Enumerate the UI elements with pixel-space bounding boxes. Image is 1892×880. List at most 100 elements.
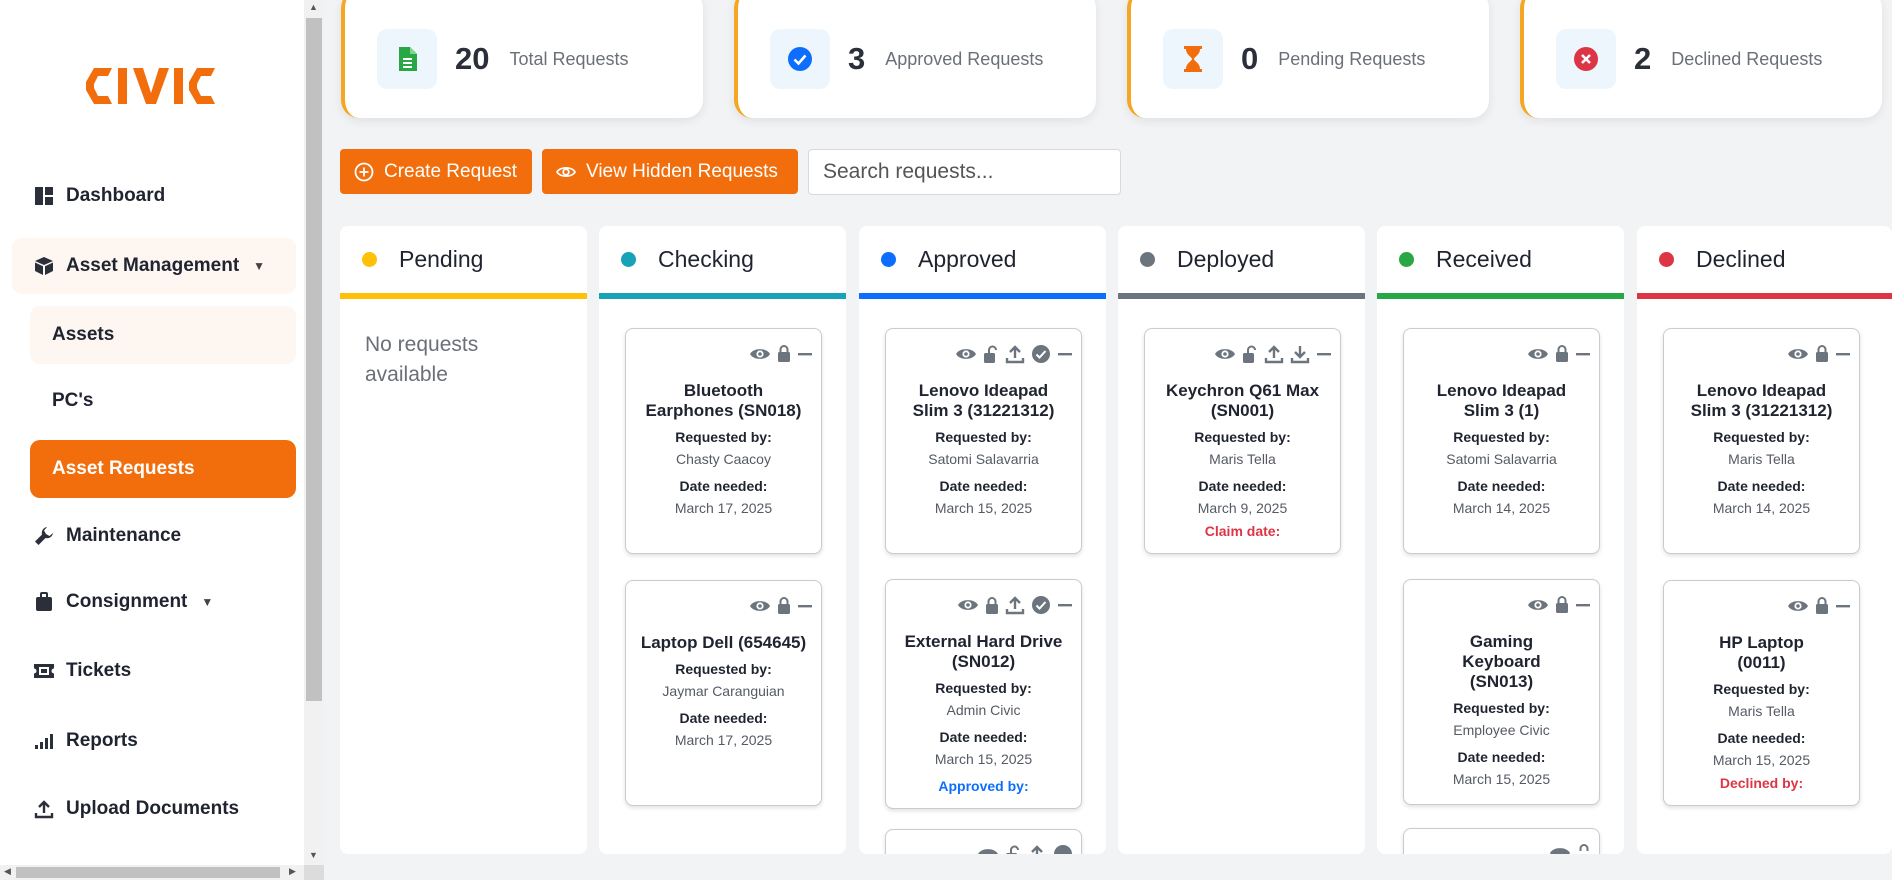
request-card[interactable]: Gaming Keyboard (SN013) Requested by: Em…	[1403, 579, 1600, 805]
minimize-icon[interactable]	[1057, 597, 1073, 613]
requested-by-label: Requested by:	[1453, 700, 1550, 716]
request-card[interactable]: Bluetooth Earphones (SN018) Requested by…	[625, 328, 822, 554]
request-card[interactable]	[885, 829, 1082, 854]
upload-icon[interactable]	[1005, 344, 1025, 364]
sidebar-item-pcs[interactable]: PC's	[30, 372, 296, 430]
stat-label: Declined Requests	[1671, 48, 1823, 69]
civic-logo[interactable]	[84, 66, 220, 111]
chevron-down-icon: ▼	[201, 595, 214, 609]
lock-icon[interactable]	[1555, 344, 1569, 363]
sidebar-item-assets[interactable]: Assets	[30, 306, 296, 364]
check-circle-icon[interactable]	[1053, 844, 1073, 854]
column-deployed: Deployed Keychron Q61 Max (SN001) Reques…	[1118, 226, 1365, 854]
date-needed-label: Date needed:	[1198, 478, 1287, 494]
scrollbar-thumb[interactable]	[306, 18, 322, 701]
eye-icon[interactable]	[749, 346, 771, 362]
sidebar-item-tickets[interactable]: Tickets	[12, 643, 296, 699]
lock-icon[interactable]	[777, 596, 791, 615]
minimize-icon[interactable]	[1316, 346, 1332, 362]
search-input[interactable]	[808, 149, 1121, 195]
eye-icon[interactable]	[1527, 346, 1549, 362]
unlock-icon[interactable]	[1242, 345, 1258, 364]
unlock-icon[interactable]	[1005, 845, 1021, 854]
stat-value: 3	[848, 41, 866, 76]
column-title: Pending	[399, 246, 484, 272]
check-circle-icon[interactable]	[1031, 595, 1051, 615]
column-received: Received Lenovo Ideapad Slim 3 (1) Reque…	[1377, 226, 1624, 854]
lock-icon[interactable]	[1815, 344, 1829, 363]
create-request-button[interactable]: Create Request	[340, 149, 532, 194]
minimize-icon[interactable]	[1575, 346, 1591, 362]
sidebar-item-dashboard[interactable]: Dashboard	[12, 168, 296, 224]
minimize-icon[interactable]	[1835, 346, 1851, 362]
status-dot	[621, 252, 636, 267]
eye-icon[interactable]	[1214, 346, 1236, 362]
sidebar-item-label: Maintenance	[66, 525, 182, 546]
x-circle-icon	[1556, 29, 1616, 89]
upload-icon[interactable]	[1027, 844, 1047, 854]
declined-by-label: Declined by:	[1719, 775, 1804, 791]
check-circle-icon[interactable]	[1031, 344, 1051, 364]
sidebar-scrollbar[interactable]: ▲ ▼	[304, 0, 324, 865]
request-card[interactable]: Lenovo Ideapad Slim 3 (31221312) Request…	[1663, 328, 1860, 554]
bar-chart-icon	[32, 729, 56, 753]
column-header: Approved	[859, 226, 1106, 299]
eye-icon[interactable]	[957, 597, 979, 613]
minimize-icon[interactable]	[797, 346, 813, 362]
minimize-icon[interactable]	[797, 598, 813, 614]
eye-icon[interactable]	[1787, 346, 1809, 362]
stat-card-declined: 2 Declined Requests	[1520, 0, 1882, 118]
minimize-icon[interactable]	[1575, 597, 1591, 613]
scroll-left-icon[interactable]: ◀	[4, 866, 11, 877]
stat-label: Pending Requests	[1278, 48, 1426, 69]
sidebar: Dashboard Asset Management ▼ Assets PC's…	[0, 0, 304, 865]
request-card[interactable]: External Hard Drive (SN012) Requested by…	[885, 579, 1082, 809]
request-card[interactable]: Keychron Q61 Max (SN001) Requested by: M…	[1144, 328, 1341, 554]
scroll-down-icon[interactable]: ▼	[309, 850, 318, 860]
lock-icon[interactable]	[1815, 596, 1829, 615]
scroll-right-icon[interactable]: ▶	[289, 866, 296, 877]
request-card[interactable]: Lenovo Ideapad Slim 3 (31221312) Request…	[885, 328, 1082, 554]
eye-icon[interactable]	[1527, 597, 1549, 613]
eye-icon[interactable]	[749, 598, 771, 614]
upload-icon[interactable]	[1005, 595, 1025, 615]
sidebar-item-consignment[interactable]: Consignment ▼	[12, 574, 296, 630]
lock-icon[interactable]	[777, 344, 791, 363]
sidebar-item-maintenance[interactable]: Maintenance	[12, 508, 296, 564]
request-card[interactable]: Lenovo Ideapad Slim 3 (1) Requested by: …	[1403, 328, 1600, 554]
lock-icon[interactable]	[985, 596, 999, 615]
sidebar-item-asset-requests[interactable]: Asset Requests	[30, 440, 296, 498]
request-card[interactable]: Laptop Dell (654645) Requested by: Jayma…	[625, 580, 822, 806]
lock-icon[interactable]	[1577, 843, 1591, 854]
sidebar-item-asset-management[interactable]: Asset Management ▼	[12, 238, 296, 294]
request-card[interactable]	[1403, 828, 1600, 854]
download-icon[interactable]	[1290, 344, 1310, 364]
column-approved: Approved Lenovo Ideapad Slim 3 (31221312…	[859, 226, 1106, 854]
sidebar-item-upload-documents[interactable]: Upload Documents	[12, 781, 296, 837]
scroll-up-icon[interactable]: ▲	[309, 2, 318, 12]
request-card[interactable]: HP Laptop (0011) Requested by: Maris Tel…	[1663, 580, 1860, 806]
eye-icon[interactable]	[1549, 845, 1571, 854]
card-title: Keychron Q61 Max (SN001)	[1165, 381, 1320, 420]
stat-label: Total Requests	[509, 48, 629, 69]
sidebar-item-label: Assets	[52, 324, 115, 345]
stat-value: 20	[455, 41, 490, 76]
eye-icon[interactable]	[1787, 598, 1809, 614]
requester-name: Maris Tella	[1728, 451, 1795, 467]
eye-icon[interactable]	[955, 346, 977, 362]
upload-icon[interactable]	[1264, 344, 1284, 364]
column-header: Pending	[340, 226, 587, 299]
scrollbar-thumb[interactable]	[16, 867, 280, 878]
sidebar-item-label: Asset Requests	[52, 458, 195, 479]
eye-icon[interactable]	[977, 846, 999, 854]
minimize-icon[interactable]	[1835, 598, 1851, 614]
view-hidden-requests-button[interactable]: View Hidden Requests	[542, 149, 798, 194]
date-needed-label: Date needed:	[679, 710, 768, 726]
date-needed-label: Date needed:	[1457, 749, 1546, 765]
sidebar-horizontal-scrollbar[interactable]: ◀ ▶	[0, 865, 304, 880]
unlock-icon[interactable]	[983, 345, 999, 364]
minimize-icon[interactable]	[1057, 346, 1073, 362]
lock-icon[interactable]	[1555, 595, 1569, 614]
sidebar-item-reports[interactable]: Reports	[12, 713, 296, 769]
date-needed-label: Date needed:	[679, 478, 768, 494]
